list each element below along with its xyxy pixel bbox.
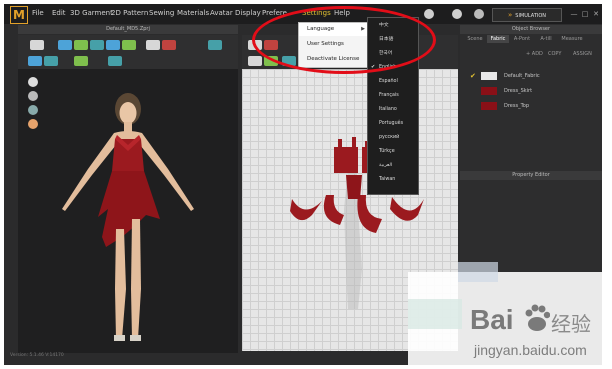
watermark-patch	[458, 262, 498, 282]
texture-tool-icon[interactable]	[108, 56, 122, 66]
cursor-tool-icon[interactable]	[146, 40, 160, 50]
object-browser-title: Object Browser	[460, 25, 602, 34]
copy-button[interactable]: COPY	[548, 51, 561, 57]
hanger-tool-icon[interactable]	[44, 56, 58, 66]
assign-button[interactable]: ASSIGN	[573, 51, 592, 57]
fabric-item[interactable]: Dress_Skirt	[470, 86, 596, 96]
fabric-swatch	[481, 87, 497, 95]
status-bar: Version: 5.1.46 V:14170	[10, 353, 64, 358]
tab-fabric[interactable]: Fabric	[487, 35, 509, 43]
info-icon[interactable]	[424, 9, 434, 19]
sew-tool-icon[interactable]	[74, 56, 88, 66]
avatar-tool-icon[interactable]	[28, 56, 42, 66]
fabric-item[interactable]: ✔ Default_Fabric	[470, 71, 596, 81]
app-logo: M	[10, 6, 28, 24]
add-button[interactable]: + ADD	[526, 51, 543, 57]
close-icon[interactable]: ✕	[592, 10, 600, 18]
menu-file[interactable]: File	[32, 9, 44, 17]
tab-a-till[interactable]: A-till	[535, 35, 557, 43]
language-option-pt[interactable]: Português	[368, 117, 418, 130]
tab-measure[interactable]: Measure	[558, 35, 586, 43]
watermark-brand: Bai	[470, 304, 514, 335]
arrow-down-icon[interactable]	[30, 40, 44, 50]
language-option-it[interactable]: Italiano	[368, 103, 418, 116]
menu-3d-garment[interactable]: 3D Garment	[70, 9, 113, 17]
tack-tool-icon[interactable]	[90, 40, 104, 50]
menu-edit[interactable]: Edit	[52, 9, 66, 17]
paw-icon	[525, 304, 550, 331]
fabric-swatch	[481, 72, 497, 80]
fold-tool-icon[interactable]	[74, 40, 88, 50]
simulation-icon: »	[507, 11, 513, 19]
menu-sewing[interactable]: Sewing	[149, 9, 174, 17]
menu-2d-pattern[interactable]: 2D Pattern	[111, 9, 148, 17]
app-window: M File Edit 3D Garment 2D Pattern Sewing…	[4, 4, 602, 365]
language-option-ar[interactable]: العربية	[368, 159, 418, 172]
language-option-ru[interactable]: русский	[368, 131, 418, 144]
select-tool-icon[interactable]	[58, 40, 72, 50]
tab-a-pont[interactable]: A-Pont	[510, 35, 534, 43]
menu-materials[interactable]: Materials	[177, 9, 209, 17]
check-icon: ✔	[470, 72, 476, 80]
minimize-icon[interactable]: —	[570, 10, 578, 18]
user-icon[interactable]	[474, 9, 484, 19]
menu-avatar[interactable]: Avatar	[210, 9, 233, 17]
file-title: Default_MD5.Zprj	[18, 25, 238, 34]
question-icon[interactable]	[452, 9, 462, 19]
shirt-icon[interactable]	[208, 40, 222, 50]
watermark-url: jingyan.baidu.com	[474, 342, 587, 358]
fabric-item[interactable]: Dress_Top	[470, 101, 596, 111]
measure-tool-icon[interactable]	[122, 40, 136, 50]
menu-display[interactable]: Display	[235, 9, 261, 17]
watermark-patch	[408, 299, 462, 329]
maximize-icon[interactable]: □	[581, 10, 589, 18]
simulation-button[interactable]: » SIMULATION	[492, 8, 562, 22]
language-option-tw[interactable]: Taiwan	[368, 173, 418, 186]
watermark-brand-cn: 经验	[551, 314, 591, 336]
tab-scene[interactable]: Scene	[464, 35, 486, 43]
garment-tool-icon[interactable]	[162, 40, 176, 50]
pin-tool-icon[interactable]	[106, 40, 120, 50]
highlight-oval	[252, 6, 436, 74]
point-tool-icon[interactable]	[248, 56, 262, 66]
toolbar-3d	[18, 35, 238, 69]
language-option-es[interactable]: Español	[368, 75, 418, 88]
viewport-3d[interactable]	[18, 69, 238, 353]
language-option-tr[interactable]: Türkçe	[368, 145, 418, 158]
property-editor-title: Property Editor	[460, 171, 602, 180]
fabric-swatch	[481, 102, 497, 110]
language-option-fr[interactable]: Français	[368, 89, 418, 102]
avatar-figure	[62, 93, 194, 341]
